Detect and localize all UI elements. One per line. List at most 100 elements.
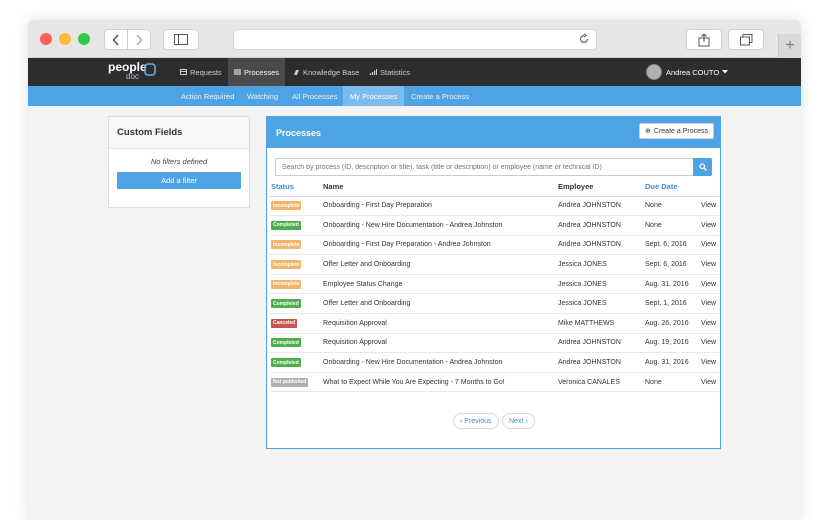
employee-cell: Mike MATTHEWS [556,313,643,334]
table-header-row: Status Name Employee Due Date [269,178,719,197]
new-tab-button[interactable]: + [778,34,801,58]
status-cell: Not published [269,372,321,393]
chevron-right-icon [136,33,143,46]
back-button[interactable] [104,29,128,50]
status-cell: Completed [269,293,321,315]
subnav-watching[interactable]: Watching [240,86,285,106]
view-link[interactable]: View [699,333,719,354]
processes-panel: Processes ⊕ Create a Process Status Name… [266,116,721,449]
process-name-cell: Offer Letter and Onboarding [321,254,556,275]
view-link[interactable]: View [699,196,719,217]
reload-icon[interactable] [578,33,590,45]
nav-statistics[interactable]: Statistics [364,58,416,86]
subnav-my-processes[interactable]: My Processes [343,86,405,106]
nav-requests-label: Requests [190,67,222,77]
table-row: Not published What to Expect While You Ar… [269,372,719,393]
tabs-icon [739,33,752,45]
employee-cell: Jessica JONES [556,274,643,295]
due-date-cell: None [643,196,699,217]
close-window-button[interactable] [40,33,52,45]
list-icon [234,69,241,75]
view-link[interactable]: View [699,254,719,275]
custom-fields-title: Custom Fields [109,117,249,149]
column-header-employee: Employee [556,178,643,197]
next-page-button[interactable]: Next › [502,413,535,429]
process-name-cell: Employee Status Change [321,274,556,295]
address-bar[interactable] [233,29,597,50]
status-cell: Incomplete [269,274,321,295]
table-row: Incomplete Onboarding - First Day Prepara… [269,235,719,256]
status-cell: Incomplete [269,235,321,256]
employee-cell: Andrea JOHNSTON [556,352,643,373]
view-link[interactable]: View [699,235,719,256]
plus-circle-icon: ⊕ [645,128,651,135]
tabs-overview-button[interactable] [728,29,764,50]
process-name-cell: Onboarding - First Day Preparation - And… [321,235,556,256]
requests-icon [180,69,187,75]
view-link[interactable]: View [699,313,719,334]
view-link[interactable]: View [699,274,719,295]
view-link[interactable]: View [699,293,719,315]
peopledoc-logo[interactable]: people doc [108,61,156,81]
column-header-due-date[interactable]: Due Date [643,178,699,197]
view-link[interactable]: View [699,352,719,373]
minimize-window-button[interactable] [59,33,71,45]
due-date-cell: Sept. 6, 2016 [643,254,699,275]
view-link[interactable]: View [699,372,719,393]
nav-knowledge-base[interactable]: Knowledge Base [287,58,365,86]
table-row: Completed Requisition Approval Andrea JOHN… [269,333,719,354]
due-date-cell: None [643,215,699,236]
status-cell: Completed [269,333,321,354]
due-date-cell: Aug. 31, 2016 [643,274,699,295]
process-name-cell: Offer Letter and Onboarding [321,293,556,315]
column-header-name: Name [321,178,556,197]
due-date-cell: Aug. 19, 2016 [643,333,699,354]
caret-down-icon [722,70,729,74]
process-name-cell: Onboarding - First Day Preparation [321,196,556,217]
share-button[interactable] [686,29,722,50]
employee-cell: Andrea JOHNSTON [556,196,643,217]
view-link[interactable]: View [699,215,719,236]
search-button[interactable] [693,158,712,176]
status-badge: Incomplete [271,279,302,289]
custom-fields-panel: Custom Fields No filters defined Add a f… [108,116,250,208]
bar-chart-icon [370,69,377,75]
sub-navbar: Action Required Watching All Processes M… [28,86,801,106]
zoom-window-button[interactable] [78,33,90,45]
create-process-label: Create a Process [653,127,708,135]
status-cell: Incomplete [269,196,321,217]
user-menu[interactable]: Andrea COUTO [646,58,729,86]
subnav-all-processes[interactable]: All Processes [285,86,344,106]
process-name-cell: Requisition Approval [321,333,556,354]
processes-table-body: Incomplete Onboarding - First Day Prepara… [269,196,719,393]
sidebar-toggle-button[interactable] [163,29,199,50]
table-row: Completed Offer Letter and Onboarding Jess… [269,293,719,315]
due-date-cell: Sept. 1, 2016 [643,293,699,315]
column-header-status[interactable]: Status [269,178,321,197]
create-process-button[interactable]: ⊕ Create a Process [639,123,714,139]
share-icon [698,32,710,46]
status-badge: Incomplete [271,260,302,270]
process-name-cell: Onboarding - New Hire Documentation - An… [321,215,556,236]
status-badge: Incomplete [271,201,302,211]
subnav-create-process[interactable]: Create a Process [404,86,476,106]
previous-page-button[interactable]: ‹ Previous [453,413,499,429]
employee-cell: Veronica CANALES [556,372,643,393]
nav-processes[interactable]: Processes [228,58,286,86]
forward-button[interactable] [127,29,151,50]
nav-requests[interactable]: Requests [174,58,228,86]
browser-titlebar: + [28,20,801,58]
process-search-input[interactable] [275,158,694,176]
user-name: Andrea COUTO [666,67,720,77]
status-badge: Completed [271,338,301,348]
table-row: Canceled Requisition Approval Mike MATTHEW… [269,313,719,334]
process-name-cell: Onboarding - New Hire Documentation - An… [321,352,556,373]
app-navbar: people doc Requests Processes Knowledge … [28,58,801,86]
employee-cell: Jessica JONES [556,293,643,315]
status-badge: Incomplete [271,240,302,250]
add-filter-button[interactable]: Add a filter [117,172,241,189]
browser-window: + people doc Requests Processes Knowledg… [28,20,801,520]
subnav-action-required[interactable]: Action Required [174,86,241,106]
search-icon [698,163,707,171]
status-badge: Completed [271,358,301,368]
